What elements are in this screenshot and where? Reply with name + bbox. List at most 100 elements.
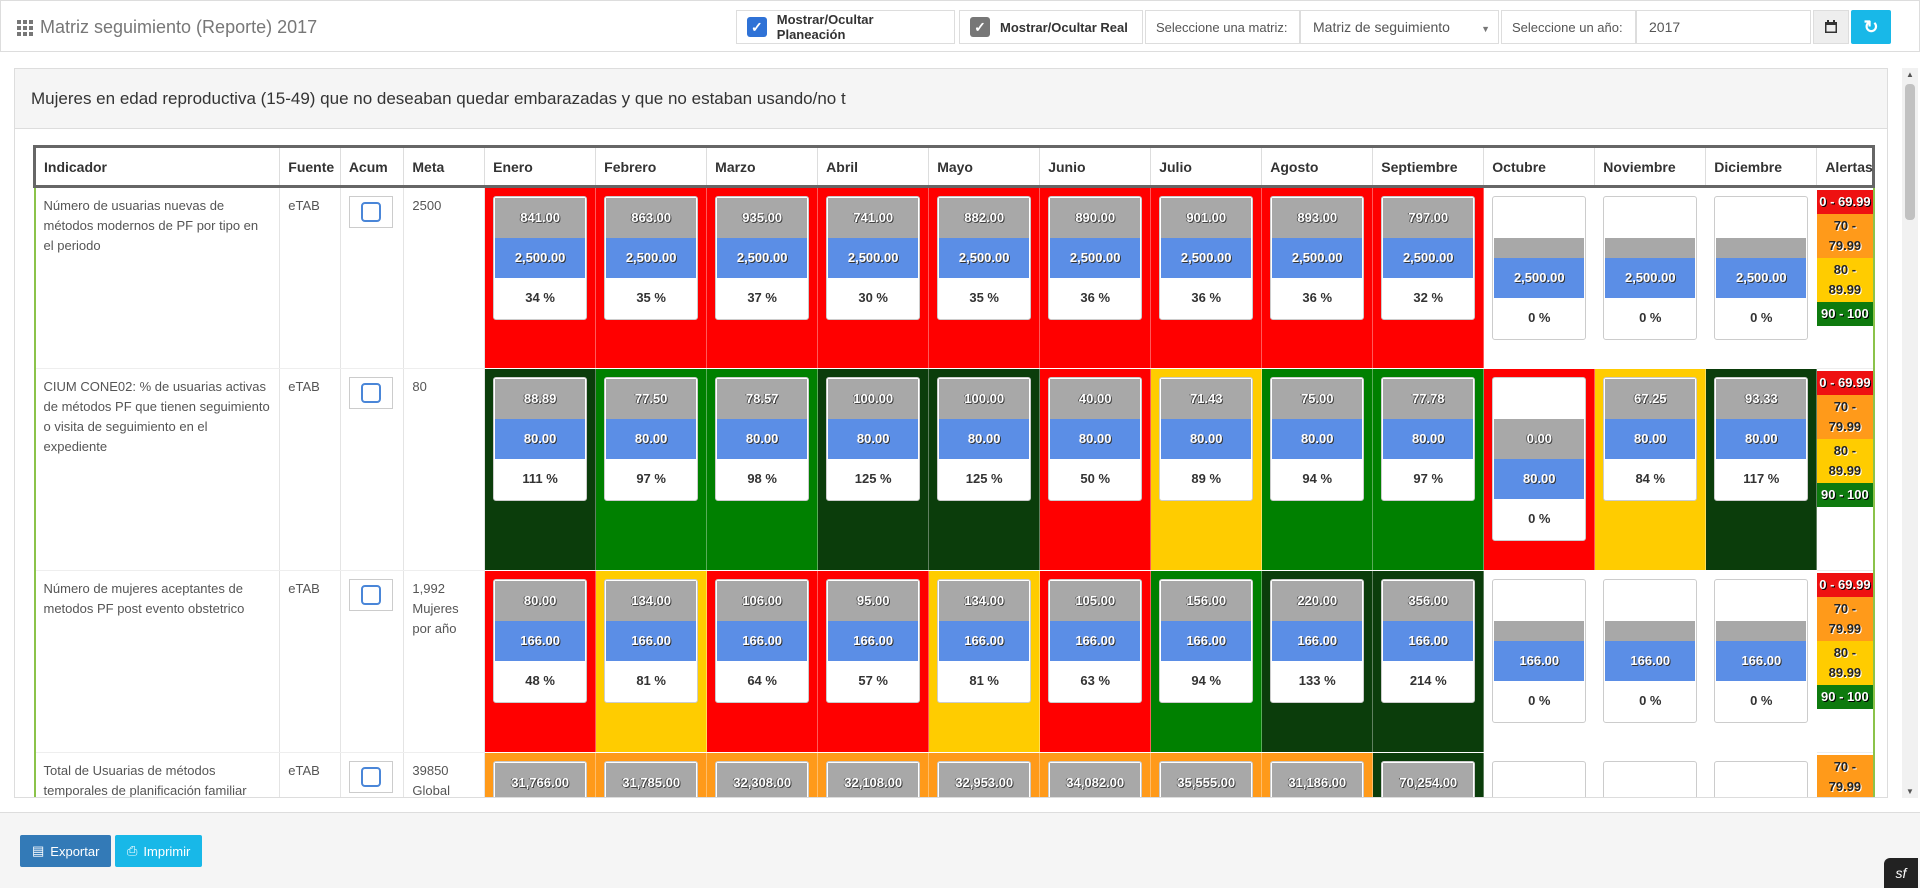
month-cell: 134.00 166.00 81 %	[928, 570, 1041, 753]
month-cell: 841.00 2,500.00 34 %	[484, 186, 597, 369]
month-value-card: 356.00 166.00 214 %	[1381, 579, 1476, 703]
acum-cell	[340, 368, 405, 571]
real-value: 100.00	[939, 379, 1030, 419]
alert-range-badge: 70 - 79.99	[1817, 597, 1873, 641]
acum-checkbox[interactable]	[348, 196, 393, 228]
export-button[interactable]: ▤ Exportar	[20, 835, 112, 867]
toggle-planeacion-label: Mostrar/Ocultar Planeación	[776, 12, 874, 42]
column-header: Mayo	[928, 145, 1041, 188]
plan-value: 2,500.00	[1383, 238, 1474, 278]
percent-value: 97 %	[636, 471, 666, 486]
real-value: 93.33	[1716, 379, 1807, 419]
month-value-card: 2,500.00 0 %	[1714, 196, 1809, 340]
real-value: 882.00	[939, 198, 1030, 238]
percent-value: 48 %	[525, 673, 555, 688]
month-value-card: 100.00 80.00 125 %	[937, 377, 1032, 501]
month-value-card: 70,254.00	[1381, 761, 1476, 797]
year-input[interactable]: 2017	[1636, 10, 1811, 44]
month-cell: 32,308.00	[706, 752, 819, 797]
plan-value: 166.00	[1494, 641, 1585, 681]
real-value: 134.00	[606, 581, 697, 621]
source-cell: eTAB	[279, 570, 341, 753]
matrix-panel: Mujeres en edad reproductiva (15-49) que…	[14, 68, 1888, 798]
scroll-up-icon[interactable]: ▲	[1906, 70, 1914, 79]
scroll-thumb[interactable]	[1905, 84, 1915, 220]
real-value: 34,082.00	[1050, 763, 1141, 797]
real-value: 80.00	[495, 581, 586, 621]
panel-title: Mujeres en edad reproductiva (15-49) que…	[15, 69, 1887, 129]
month-cell: 166.00 0 %	[1594, 570, 1707, 753]
column-header: Indicador	[33, 145, 281, 188]
source-cell: eTAB	[279, 752, 341, 797]
month-value-card: 93.33 80.00 117 %	[1714, 377, 1809, 501]
calendar-button[interactable]	[1813, 10, 1849, 44]
real-value: 134.00	[939, 581, 1030, 621]
month-value-card: 166.00 0 %	[1603, 579, 1698, 723]
real-value: 106.00	[717, 581, 808, 621]
percent-value: 214 %	[1409, 673, 1447, 688]
empty-slot	[1716, 198, 1807, 238]
plan-value: 2,500.00	[1272, 238, 1363, 278]
month-cell: 935.00 2,500.00 37 %	[706, 186, 819, 369]
month-value-card: 134.00 166.00 81 %	[604, 579, 699, 703]
print-button[interactable]: ⎙ Imprimir	[115, 835, 203, 867]
real-value: 77.50	[606, 379, 697, 419]
meta-cell: 2500	[403, 186, 486, 369]
acum-checkbox[interactable]	[348, 761, 393, 793]
refresh-button[interactable]: ↻	[1851, 10, 1891, 44]
month-cell	[1705, 752, 1818, 797]
month-value-card: 32,953.00	[937, 761, 1032, 797]
month-cell: 863.00 2,500.00 35 %	[595, 186, 708, 369]
empty-slot	[1605, 763, 1696, 797]
column-header: Junio	[1039, 145, 1152, 188]
month-value-card: 901.00 2,500.00 36 %	[1159, 196, 1254, 320]
plan-value: 2,500.00	[1494, 258, 1585, 298]
month-cell: 35,555.00	[1150, 752, 1263, 797]
matrix-select-value: Matriz de seguimiento	[1313, 19, 1450, 35]
real-value: 77.78	[1383, 379, 1474, 419]
empty-slot	[1605, 581, 1696, 621]
table-row: CIUM CONE02: % de usuarias activas de mé…	[33, 368, 1875, 571]
month-cell: 2,500.00 0 %	[1594, 186, 1707, 369]
acum-checkbox[interactable]	[348, 377, 393, 409]
alert-range-badge: 0 - 69.99	[1817, 190, 1873, 214]
file-icon: ▤	[32, 843, 45, 858]
empty-slot	[1494, 379, 1585, 419]
real-value: 31,186.00	[1272, 763, 1363, 797]
month-value-card: 220.00 166.00 133 %	[1270, 579, 1365, 703]
plan-value: 166.00	[606, 621, 697, 661]
column-header: Septiembre	[1372, 145, 1485, 188]
percent-value: 117 %	[1743, 471, 1780, 486]
matrix-select[interactable]: Matriz de seguimiento ▼	[1300, 10, 1499, 44]
month-cell: 31,186.00	[1261, 752, 1374, 797]
month-cell: 2,500.00 0 %	[1705, 186, 1818, 369]
indicator-cell: Número de usuarias nuevas de métodos mod…	[33, 186, 281, 369]
real-value: 31,785.00	[606, 763, 697, 797]
real-value: 78.57	[717, 379, 808, 419]
toggle-real[interactable]: ✓ Mostrar/Ocultar Real	[959, 10, 1143, 44]
month-value-card: 75.00 80.00 94 %	[1270, 377, 1365, 501]
real-value: 741.00	[828, 198, 919, 238]
vertical-scrollbar[interactable]: ▲ ▼	[1902, 68, 1918, 798]
month-cell: 105.00 166.00 63 %	[1039, 570, 1152, 753]
month-cell: 166.00 0 %	[1705, 570, 1818, 753]
scroll-down-icon[interactable]: ▼	[1906, 787, 1914, 796]
month-cell: 901.00 2,500.00 36 %	[1150, 186, 1263, 369]
percent-value: 0 %	[1639, 693, 1662, 708]
percent-value: 81 %	[636, 673, 666, 688]
empty-slot	[1605, 198, 1696, 238]
month-value-card: 882.00 2,500.00 35 %	[937, 196, 1032, 320]
toggle-planeacion[interactable]: ✓ Mostrar/Ocultar Planeación	[736, 10, 955, 44]
real-value-empty	[1494, 238, 1585, 258]
alert-range-badge: 70 - 79.99	[1817, 395, 1873, 439]
acum-checkbox[interactable]	[348, 579, 393, 611]
month-value-card: 77.50 80.00 97 %	[604, 377, 699, 501]
checkbox-checked-icon: ✓	[747, 17, 767, 37]
percent-value: 34 %	[525, 290, 555, 305]
empty-slot	[1716, 763, 1807, 797]
percent-value: 98 %	[747, 471, 777, 486]
month-cell: 100.00 80.00 125 %	[817, 368, 930, 571]
symfony-toolbar-icon[interactable]: sf	[1884, 858, 1918, 888]
month-value-card: 40.00 80.00 50 %	[1048, 377, 1143, 501]
empty-slot	[1494, 581, 1585, 621]
